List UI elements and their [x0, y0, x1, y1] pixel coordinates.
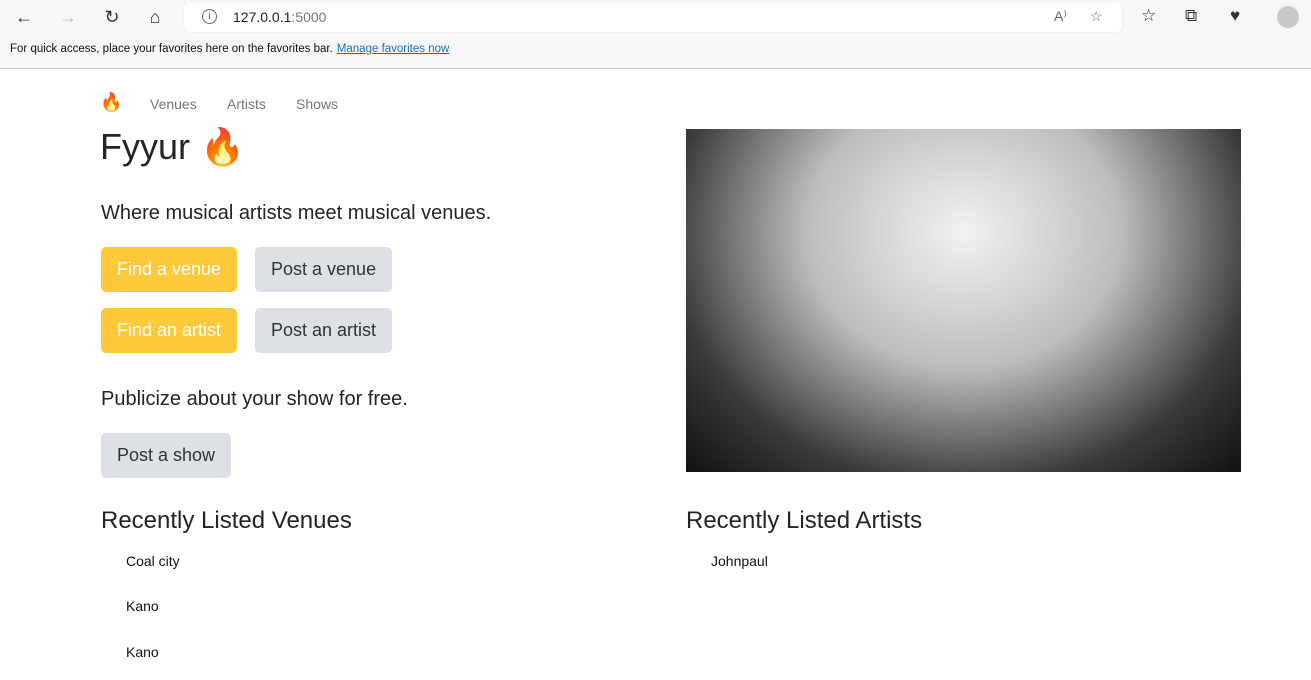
favorites-hint: For quick access, place your favorites h…: [10, 43, 333, 55]
venues-heading: Recently Listed Venues: [101, 507, 352, 534]
nav-shows[interactable]: Shows: [296, 96, 338, 112]
post-show-button[interactable]: Post a show: [101, 433, 232, 478]
venue-item[interactable]: Kano: [126, 598, 159, 614]
favorites-bar: For quick access, place your favorites h…: [10, 43, 449, 55]
post-artist-button[interactable]: Post an artist: [255, 308, 393, 353]
address-bar[interactable]: i 127.0.0.1:5000 A⁾ ☆: [184, 2, 1122, 32]
find-venue-button[interactable]: Find a venue: [101, 247, 238, 292]
info-icon[interactable]: i: [202, 9, 217, 24]
forward-icon[interactable]: →: [55, 5, 81, 29]
read-aloud-icon[interactable]: A⁾: [1054, 8, 1067, 25]
refresh-icon[interactable]: ↻: [99, 5, 125, 29]
url-port: :5000: [291, 9, 327, 25]
nav-venues[interactable]: Venues: [150, 96, 197, 112]
url-host: 127.0.0.1: [233, 9, 292, 25]
browser-chrome: ← → ↻ ⌂ i 127.0.0.1:5000 A⁾ ☆ ☆ ⧉ ♥ For …: [0, 0, 1311, 69]
publicize-text: Publicize about your show for free.: [101, 388, 408, 410]
favorites-icon[interactable]: ☆: [1141, 6, 1156, 26]
band-photo: [686, 129, 1241, 472]
manage-favorites-link[interactable]: Manage favorites now: [337, 43, 450, 55]
health-icon[interactable]: ♥: [1230, 6, 1240, 26]
add-favorite-icon[interactable]: ☆: [1090, 8, 1103, 25]
venue-item[interactable]: Coal city: [126, 553, 180, 569]
artists-heading: Recently Listed Artists: [686, 507, 923, 534]
post-venue-button[interactable]: Post a venue: [255, 247, 393, 292]
profile-avatar[interactable]: [1277, 6, 1299, 28]
logo-icon[interactable]: 🔥: [100, 92, 122, 113]
tagline: Where musical artists meet musical venue…: [101, 202, 492, 224]
find-artist-button[interactable]: Find an artist: [101, 308, 238, 353]
artist-item[interactable]: Johnpaul: [711, 553, 768, 569]
page-title: Fyyur 🔥: [100, 126, 245, 167]
back-icon[interactable]: ←: [11, 5, 37, 29]
collections-icon[interactable]: ⧉: [1185, 6, 1197, 26]
url-text[interactable]: 127.0.0.1:5000: [233, 9, 326, 25]
venue-item[interactable]: Kano: [126, 644, 159, 660]
nav-artists[interactable]: Artists: [227, 96, 266, 112]
home-icon[interactable]: ⌂: [142, 5, 168, 29]
